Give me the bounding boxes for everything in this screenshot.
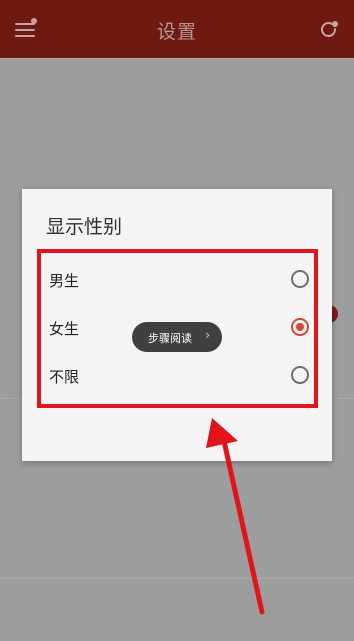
divider bbox=[0, 58, 354, 59]
page-title: 设置 bbox=[156, 21, 197, 43]
option-label: 女生 bbox=[49, 320, 80, 338]
step-reading-label: 步骤阅读 bbox=[148, 332, 192, 345]
chevron-right-icon: › bbox=[205, 328, 210, 342]
option-male[interactable]: 男生 bbox=[41, 257, 314, 305]
option-any[interactable]: 不限 bbox=[41, 353, 314, 401]
radio-checked-icon[interactable] bbox=[291, 318, 309, 336]
app-header: 设置 bbox=[0, 0, 354, 58]
radio-icon[interactable] bbox=[291, 366, 309, 384]
option-label: 男生 bbox=[49, 272, 80, 290]
dialog-title: 显示性别 bbox=[46, 216, 123, 238]
divider bbox=[0, 578, 354, 579]
step-reading-button[interactable]: 步骤阅读 › bbox=[132, 322, 222, 352]
option-label: 不限 bbox=[49, 368, 80, 386]
radio-icon[interactable] bbox=[291, 270, 309, 288]
refresh-icon[interactable] bbox=[319, 20, 339, 40]
